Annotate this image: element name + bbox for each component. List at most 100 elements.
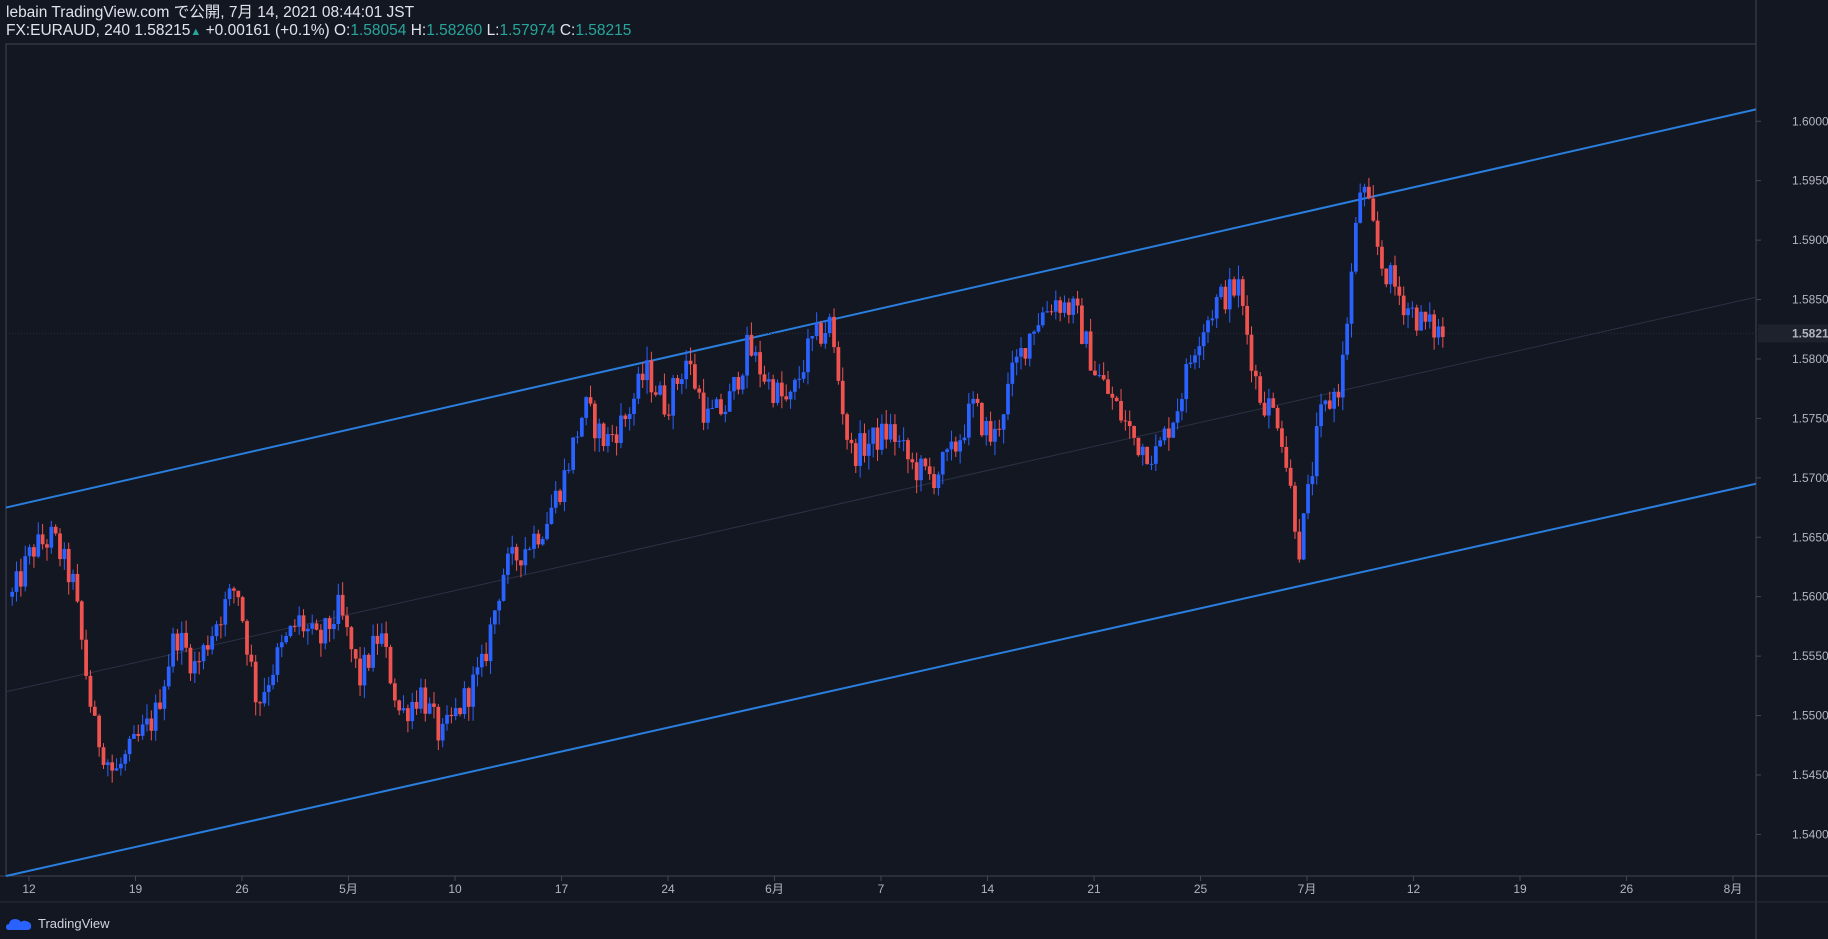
candle-body [997, 428, 1002, 430]
candle-body [506, 553, 510, 575]
candle-body [1432, 314, 1437, 338]
x-tick-label: 12 [22, 882, 36, 896]
candle-body [514, 546, 519, 561]
candle-body [1036, 325, 1041, 332]
candle-body [993, 428, 997, 442]
candle-body [579, 417, 584, 437]
candle-body [727, 391, 732, 412]
candle-body [945, 449, 949, 453]
candle-body [271, 674, 275, 686]
x-tick-label: 25 [1194, 882, 1208, 896]
candle-body [1410, 307, 1415, 309]
candle-body [36, 534, 41, 557]
candle-body [397, 700, 402, 711]
candle-body [1175, 411, 1180, 423]
candle-body [275, 647, 280, 675]
candle-body [740, 375, 745, 390]
candle-body [171, 633, 175, 667]
candle-body [614, 434, 619, 443]
candle-body [1306, 484, 1310, 514]
candle-body [1049, 311, 1054, 313]
candle-body [1119, 401, 1123, 421]
candle-body [97, 715, 102, 748]
footer-brand[interactable]: TradingView [6, 916, 110, 931]
price-chart[interactable]: 1.60000 1.59500 1.59000 1.58500 1.58000 1.575… [0, 0, 1828, 939]
candle-body [162, 686, 167, 709]
candle-body [410, 701, 415, 722]
candle-body [684, 360, 689, 380]
candle-body [866, 443, 871, 456]
candle-body [936, 474, 941, 489]
candle-body [1223, 286, 1228, 310]
candle-body [1001, 414, 1006, 430]
candle-body [753, 352, 758, 356]
candle-body [1393, 265, 1397, 287]
candle-body [971, 398, 976, 404]
candle-body [1206, 320, 1210, 333]
candle-body [688, 360, 693, 365]
candle-body [823, 333, 828, 344]
candle-body [371, 635, 375, 668]
candle-body [797, 378, 802, 380]
candle-body [858, 433, 863, 466]
candle-body [653, 392, 658, 395]
y-tick-label: 1.58500 [1792, 293, 1828, 307]
last-price-badge-label: 1.58215 [1792, 326, 1828, 340]
candle-body [710, 407, 715, 409]
candle-body [940, 452, 945, 475]
candle-body [279, 642, 284, 648]
candle-body [1349, 271, 1354, 324]
candle-body [119, 763, 123, 769]
candle-body [1023, 347, 1028, 359]
candle-body [345, 615, 349, 628]
candle-body [414, 701, 419, 709]
candle-body [1180, 399, 1184, 412]
candle-body [1362, 186, 1367, 193]
candle-body [166, 666, 171, 687]
candle-body [1297, 531, 1302, 560]
candle-body [445, 714, 449, 724]
candle-body [606, 434, 610, 447]
candle-body [1149, 463, 1154, 465]
candle-body [601, 423, 606, 447]
candle-body [375, 635, 380, 644]
candle-body [849, 439, 854, 444]
tradingview-cloud-icon [6, 918, 32, 930]
candle-body [288, 625, 293, 637]
candle-body [332, 624, 336, 630]
candle-body [40, 534, 45, 545]
candle-body [1071, 298, 1076, 315]
candle-body [1110, 393, 1115, 398]
candle-body [658, 385, 662, 395]
candle-body [1353, 222, 1358, 272]
candle-body [879, 423, 884, 450]
candle-body [1053, 300, 1058, 312]
candle-body [1232, 279, 1236, 296]
candle-body [1267, 398, 1271, 416]
candle-body [123, 754, 128, 764]
candle-body [671, 378, 676, 416]
candle-body [488, 624, 493, 662]
x-tick-label: 10 [448, 882, 462, 896]
candle-body [1262, 402, 1267, 416]
candle-body [1106, 379, 1110, 394]
candle-body [205, 645, 210, 650]
candle-body [897, 440, 902, 442]
candle-body [1275, 407, 1280, 429]
candle-body [258, 702, 262, 704]
candle-body [27, 547, 32, 557]
candle-body [32, 547, 36, 557]
candle-body [888, 424, 893, 440]
candle-body [1419, 311, 1423, 331]
candle-body [1132, 426, 1136, 438]
candle-body [1293, 485, 1297, 532]
candle-body [693, 364, 697, 389]
candle-body [1019, 347, 1023, 357]
candle-body [75, 573, 80, 602]
footer-brand-label: TradingView [38, 916, 110, 931]
candle-body [240, 597, 245, 622]
candle-body [623, 415, 628, 420]
candle-body [253, 661, 258, 703]
candle-body [188, 647, 193, 674]
candle-body [227, 588, 232, 600]
